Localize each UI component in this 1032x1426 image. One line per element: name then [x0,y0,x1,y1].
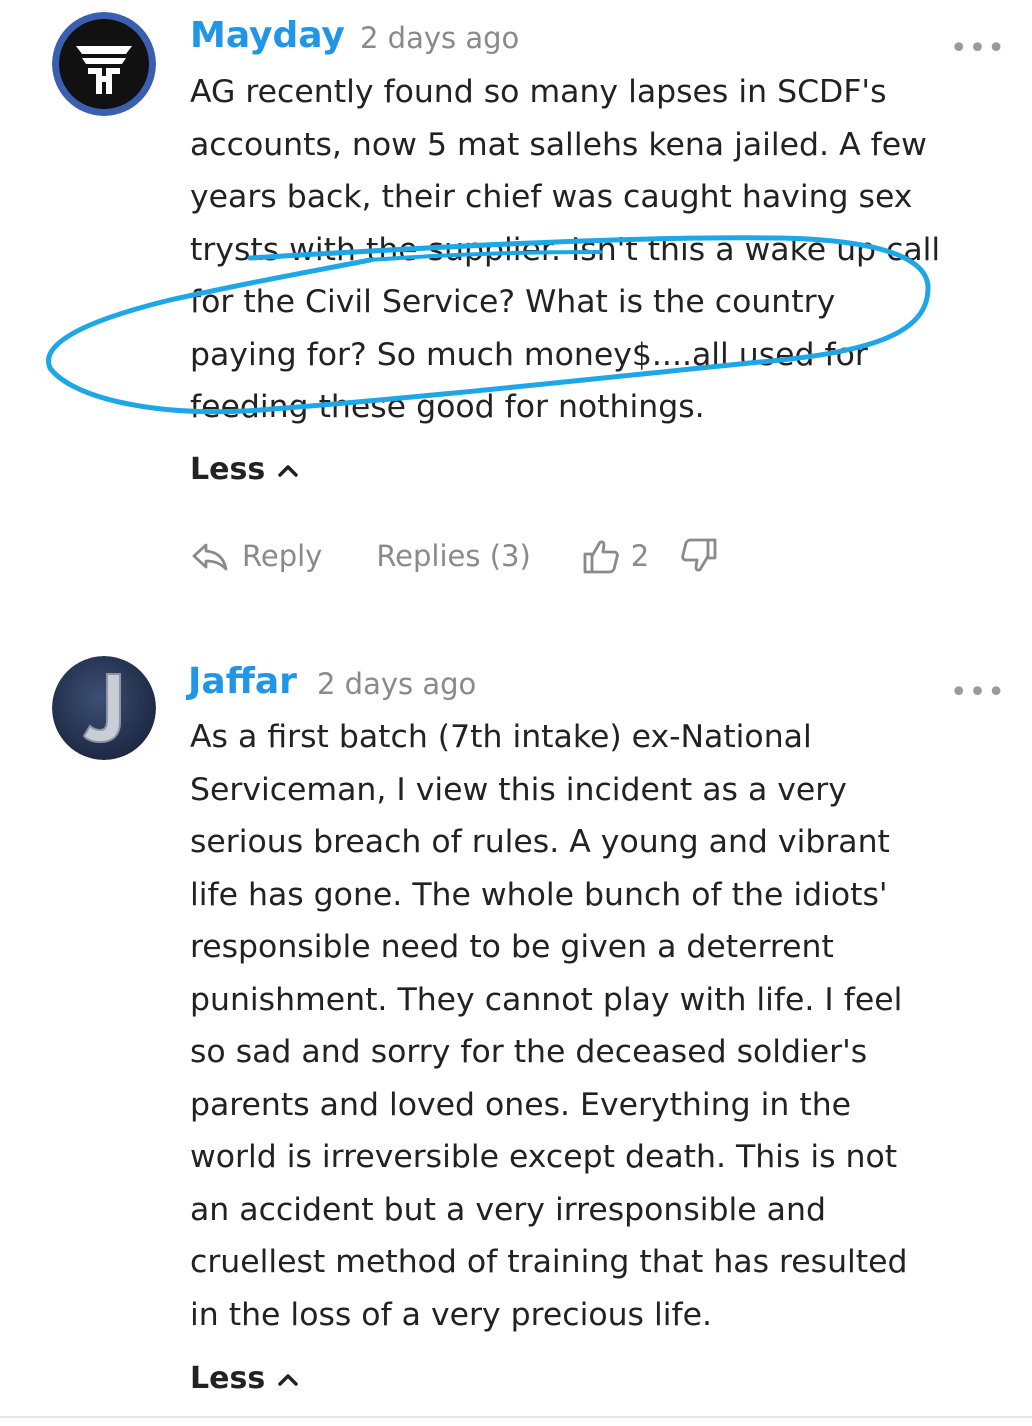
letter-j-icon [52,656,156,760]
more-options-icon[interactable]: ••• [950,34,1006,64]
comment-body: AG recently found so many lapses in SCDF… [190,74,941,425]
mayday-logo-icon [52,12,156,116]
divider [0,1416,1032,1418]
less-label: Less [190,452,266,487]
comment-body: As a first batch (7th intake) ex-Nationa… [190,719,908,1333]
like-count: 2 [630,539,650,573]
reply-label: Reply [242,539,323,573]
thumbs-down-icon [681,538,717,572]
like-button[interactable]: 2 [581,536,649,576]
chevron-up-icon [278,465,298,477]
reply-button[interactable]: Reply [190,539,322,573]
timestamp: 2 days ago [317,667,477,701]
author-name[interactable]: Mayday [190,18,345,54]
thumbs-up-icon [583,540,619,574]
comment-actions: Reply Replies (3) 2 [190,534,719,578]
less-label: Less [190,1361,266,1396]
timestamp: 2 days ago [360,21,520,55]
dislike-button[interactable] [679,536,719,576]
avatar[interactable] [52,12,156,116]
chevron-up-icon [278,1374,298,1386]
reply-arrow-icon [192,543,228,571]
less-toggle[interactable]: Less [190,1364,299,1394]
less-toggle[interactable]: Less [190,455,299,485]
author-name[interactable]: Jaffar [188,664,297,700]
avatar[interactable] [52,656,156,760]
more-options-icon[interactable]: ••• [950,678,1006,708]
replies-button[interactable]: Replies (3) [376,539,530,573]
